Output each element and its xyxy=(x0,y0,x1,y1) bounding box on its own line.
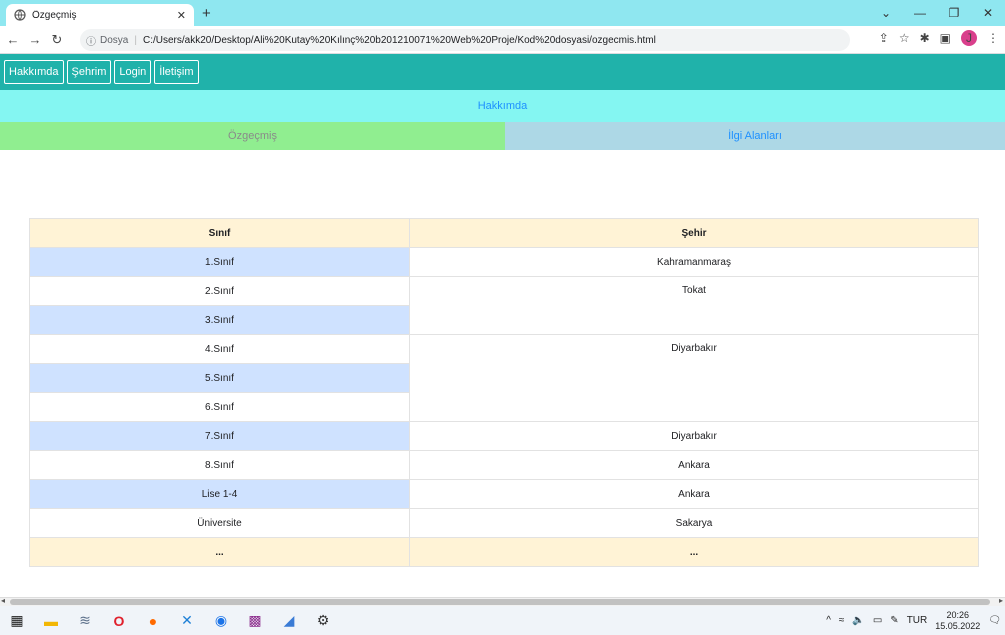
grade-cell: Lise 1-4 xyxy=(29,479,410,509)
url-scheme-label: Dosya xyxy=(100,34,129,46)
back-icon[interactable]: ← xyxy=(4,30,22,50)
scroll-left-arrow-icon[interactable]: ◂ xyxy=(1,596,5,605)
city-cell: Diyarbakır xyxy=(409,421,979,451)
tab-search-icon[interactable]: ⌄ xyxy=(869,0,903,26)
tab-ozgecmis[interactable]: Özgeçmiş xyxy=(0,122,505,150)
url-text: C:/Users/akk20/Desktop/Ali%20Kutay%20Kıl… xyxy=(142,34,656,46)
tab-ilgi-alanlari[interactable]: İlgi Alanları xyxy=(505,122,1005,150)
address-toolbar: ← → ↻ ⓘ Dosya | C:/Users/akk20/Desktop/A… xyxy=(0,26,1005,54)
table-footer-row: ... ... xyxy=(29,537,979,567)
vscode-icon[interactable]: ✕ xyxy=(170,606,204,635)
windows-taskbar: ▦ ▬ ≋ O ● ✕ ◉ ▩ ◢ ⚙ ^ ≈ 🔈 ▭ ✎ TUR 20:26 … xyxy=(0,606,1005,635)
nav-link-hakkimda[interactable]: Hakkımda xyxy=(4,60,64,84)
nav-link-iletisim[interactable]: İletişim xyxy=(154,60,199,84)
grade-cell: 6.Sınıf xyxy=(29,392,410,422)
pen-icon[interactable]: ✎ xyxy=(890,615,898,626)
url-separator: | xyxy=(134,34,137,46)
clock-date: 15.05.2022 xyxy=(935,620,981,631)
globe-icon xyxy=(14,9,26,21)
section-tabs: Özgeçmiş İlgi Alanları xyxy=(0,122,1005,150)
grade-cell: 5.Sınıf xyxy=(29,363,410,393)
forward-icon[interactable]: → xyxy=(26,30,44,50)
browser-tab[interactable]: Özgeçmiş ✕ xyxy=(6,4,194,26)
table-row: 8.Sınıf Ankara xyxy=(29,450,979,480)
scrollbar-thumb[interactable] xyxy=(10,599,990,605)
close-tab-icon[interactable]: ✕ xyxy=(177,9,186,22)
system-tray: ^ ≈ 🔈 ▭ ✎ TUR 20:26 15.05.2022 🗨 xyxy=(826,606,1001,635)
sidepanel-icon[interactable]: ▣ xyxy=(940,31,951,45)
education-table: Sınıf Şehir 1.Sınıf Kahramanmaraş 2.Sını… xyxy=(29,218,979,567)
input-language[interactable]: TUR xyxy=(907,615,928,626)
battery-icon[interactable]: ▭ xyxy=(873,615,882,626)
window-controls: ⌄ — ❐ ✕ xyxy=(869,0,1005,26)
browser-actions: ⇪ ☆ ✱ ▣ J ⋮ xyxy=(879,30,999,46)
grade-cell: 2.Sınıf xyxy=(29,276,410,306)
grade-cell: 1.Sınıf xyxy=(29,247,410,277)
profile-avatar[interactable]: J xyxy=(961,30,977,46)
nav-link-login[interactable]: Login xyxy=(114,60,152,84)
table-row: 7.Sınıf Diyarbakır xyxy=(29,421,979,451)
table-header-row: Sınıf Şehir xyxy=(29,218,979,248)
city-cell: Tokat xyxy=(409,276,979,335)
bookmark-star-icon[interactable]: ☆ xyxy=(899,31,910,45)
grade-cell: 7.Sınıf xyxy=(29,421,410,451)
reload-icon[interactable]: ↻ xyxy=(48,30,66,50)
city-cell: Kahramanmaraş xyxy=(409,247,979,277)
horizontal-scrollbar[interactable]: ◂ ▸ xyxy=(0,596,1005,606)
url-bar[interactable]: ⓘ Dosya | C:/Users/akk20/Desktop/Ali%20K… xyxy=(80,29,850,51)
header-sehir: Şehir xyxy=(409,218,979,248)
menu-kebab-icon[interactable]: ⋮ xyxy=(987,31,999,45)
close-window-button[interactable]: ✕ xyxy=(971,0,1005,26)
city-cell: Sakarya xyxy=(409,508,979,538)
opera-icon[interactable]: O xyxy=(102,606,136,635)
city-cell: Ankara xyxy=(409,479,979,509)
footer-cell: ... xyxy=(409,537,979,567)
scroll-right-arrow-icon[interactable]: ▸ xyxy=(999,596,1003,605)
header-sinif: Sınıf xyxy=(29,218,410,248)
volume-icon[interactable]: 🔈 xyxy=(852,615,864,626)
table-row: Lise 1-4 Ankara xyxy=(29,479,979,509)
taskbar-app-icon[interactable]: ◢ xyxy=(272,606,306,635)
grade-cell: 4.Sınıf xyxy=(29,334,410,364)
grade-cell: 8.Sınıf xyxy=(29,450,410,480)
clock[interactable]: 20:26 15.05.2022 xyxy=(935,610,980,632)
minimize-button[interactable]: — xyxy=(903,0,937,26)
restore-button[interactable]: ❐ xyxy=(937,0,971,26)
grade-cell: 3.Sınıf xyxy=(29,305,410,335)
web-page: Hakkımda Şehrim Login İletişim Hakkımda … xyxy=(0,54,1005,597)
browser-tab-strip: Özgeçmiş ✕ + ⌄ — ❐ ✕ xyxy=(0,0,1005,26)
hakkimda-bar-link[interactable]: Hakkımda xyxy=(0,90,1005,122)
grade-cell: Üniversite xyxy=(29,508,410,538)
winrar-icon[interactable]: ▩ xyxy=(238,606,272,635)
notification-icon[interactable]: 🗨 xyxy=(988,615,1001,626)
clock-time: 20:26 xyxy=(946,609,970,620)
table-row: 4.Sınıf Diyarbakır xyxy=(29,334,979,422)
table-row: 1.Sınıf Kahramanmaraş xyxy=(29,247,979,277)
wifi-icon[interactable]: ≈ xyxy=(839,615,845,626)
city-cell: Ankara xyxy=(409,450,979,480)
chrome-icon[interactable]: ◉ xyxy=(204,606,238,635)
extensions-icon[interactable]: ✱ xyxy=(920,31,930,45)
windows-start-icon[interactable]: ▦ xyxy=(0,606,34,635)
table-row: Üniversite Sakarya xyxy=(29,508,979,538)
tab-title: Özgeçmiş xyxy=(32,9,77,21)
nav-link-sehrim[interactable]: Şehrim xyxy=(66,60,112,84)
footer-cell: ... xyxy=(29,537,410,567)
taskbar-app-icon[interactable]: ≋ xyxy=(68,606,102,635)
new-tab-button[interactable]: + xyxy=(202,5,211,22)
file-explorer-icon[interactable]: ▬ xyxy=(34,606,68,635)
city-cell: Diyarbakır xyxy=(409,334,979,422)
table-row: 2.Sınıf Tokat xyxy=(29,276,979,335)
info-icon[interactable]: ⓘ xyxy=(86,33,96,48)
tray-chevron-icon[interactable]: ^ xyxy=(826,615,831,626)
settings-gear-icon[interactable]: ⚙ xyxy=(306,606,340,635)
site-navbar: Hakkımda Şehrim Login İletişim xyxy=(0,54,1005,90)
share-icon[interactable]: ⇪ xyxy=(879,31,889,45)
firefox-icon[interactable]: ● xyxy=(136,606,170,635)
